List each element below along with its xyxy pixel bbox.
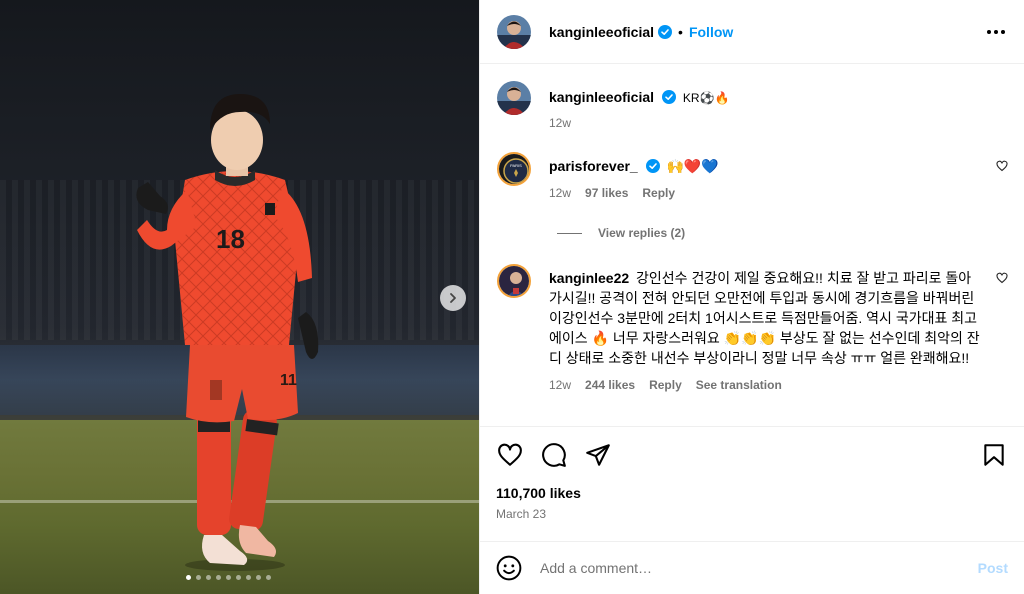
view-replies-button[interactable]: View replies (2) [557,226,1008,240]
comment-likes[interactable]: 244 likes [585,378,635,392]
comment-composer: Post [480,541,1024,594]
caption: kanginleeoficial KR⚽🔥 12w [497,81,1008,130]
heart-icon [498,443,522,466]
emoji-icon[interactable] [496,555,522,581]
svg-text:18: 18 [216,224,245,254]
comment-button[interactable] [540,441,568,469]
share-button[interactable] [584,441,612,469]
verified-badge-icon [658,24,673,39]
post-modal: 11 18 kanginleeoficial • Follow kanginle… [0,0,1024,594]
caption-author-avatar[interactable] [497,81,531,115]
comment-input[interactable] [540,560,978,576]
comment-item: PARIS parisforever_ 🙌❤️💙 12w 97 likes Re… [497,152,1008,200]
separator-dot: • [678,23,683,40]
carousel-dot [236,575,241,580]
post-date[interactable]: March 23 [496,507,1008,521]
like-comment-heart-icon[interactable] [996,272,1008,284]
carousel-dot [266,575,271,580]
caption-age: 12w [549,116,572,130]
reply-button[interactable]: Reply [642,186,675,200]
comments-list[interactable]: kanginleeoficial KR⚽🔥 12w PARIS parisfor… [480,65,1024,426]
comment-author[interactable]: parisforever_ [549,158,638,174]
follow-button[interactable]: Follow [689,24,733,40]
like-button[interactable] [496,441,524,469]
verified-badge-icon [661,90,676,104]
like-comment-heart-icon[interactable] [996,160,1008,172]
like-count[interactable]: 110,700 likes [496,485,1008,501]
author-avatar[interactable] [497,14,531,49]
caption-text: KR⚽🔥 [682,91,730,105]
avatar-image [497,14,531,49]
carousel-dot [186,575,191,580]
svg-text:PARIS: PARIS [510,163,522,168]
more-options-icon [987,29,1005,34]
comment-age: 12w [549,186,572,200]
reply-button[interactable]: Reply [649,378,682,392]
comment-author-avatar[interactable] [497,264,531,298]
carousel-dot [256,575,261,580]
post-header: kanginleeoficial • Follow [480,0,1024,64]
chevron-right-icon [450,293,456,303]
comment-author[interactable]: kanginlee22 [549,270,629,286]
verified-badge-icon [645,159,660,173]
comment-age: 12w [549,378,572,392]
carousel-indicator [186,575,271,580]
comment-author-avatar[interactable]: PARIS [497,152,531,186]
comment-icon [542,443,566,467]
author-username[interactable]: kanginleeoficial [549,24,654,40]
comment-item: kanginlee22 강인선수 건강이 제일 중요해요!! 치료 잘 받고 파… [497,264,1008,392]
carousel-dot [206,575,211,580]
bookmark-icon [984,444,1004,466]
player-photo: 11 18 [136,94,319,571]
post-media: 11 18 [0,0,479,594]
save-button[interactable] [980,441,1008,469]
see-translation-button[interactable]: See translation [696,378,782,392]
post-actions: 110,700 likes March 23 [480,426,1024,521]
carousel-dot [246,575,251,580]
caption-author[interactable]: kanginleeoficial [549,89,654,105]
next-media-button[interactable] [440,285,466,311]
comment-text: 🙌❤️💙 [666,158,719,174]
carousel-dot [196,575,201,580]
post-details-panel: kanginleeoficial • Follow kanginleeofici… [479,0,1024,594]
more-options-button[interactable] [984,20,1008,44]
carousel-dot [226,575,231,580]
svg-text:11: 11 [280,372,297,389]
post-comment-button[interactable]: Post [978,560,1008,576]
carousel-dot [216,575,221,580]
share-icon [586,444,610,466]
comment-likes[interactable]: 97 likes [585,186,628,200]
